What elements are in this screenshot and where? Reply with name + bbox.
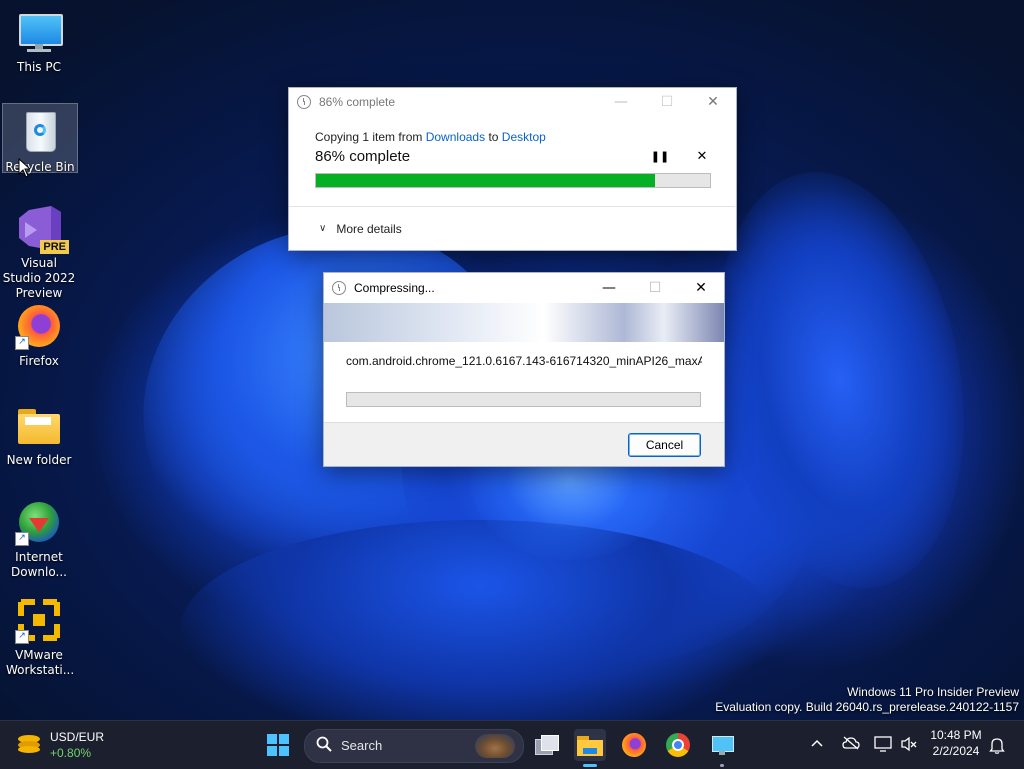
watermark-line-1: Windows 11 Pro Insider Preview — [847, 685, 1019, 699]
compress-filename: com.android.chrome_121.0.6167.143-616714… — [346, 354, 702, 368]
cancel-copy-button[interactable]: ✕ — [694, 149, 710, 164]
chrome-taskbar-button[interactable] — [662, 729, 694, 761]
globe-download-icon: ↗ — [15, 498, 63, 546]
shortcut-arrow-icon: ↗ — [15, 532, 29, 546]
clock-icon — [332, 281, 346, 295]
search-placeholder: Search — [341, 738, 383, 753]
task-view-button[interactable] — [531, 729, 563, 761]
source-link[interactable]: Downloads — [426, 130, 485, 144]
compress-dialog-titlebar[interactable]: Compressing... — ☐ ✕ — [324, 273, 724, 303]
clock[interactable]: 10:48 PM 2/2/2024 — [926, 728, 986, 758]
compress-dialog-title: Compressing... — [354, 281, 435, 295]
watermark-line-2: Evaluation copy. Build 26040.rs_prerelea… — [715, 700, 1019, 714]
compress-body: com.android.chrome_121.0.6167.143-616714… — [324, 342, 724, 423]
recycle-bin-icon — [16, 108, 64, 156]
copy-dialog-body: Copying 1 item from Downloads to Desktop… — [289, 116, 736, 188]
desktop-icon-recycle-bin[interactable]: Recycle Bin — [2, 103, 78, 174]
maximize-button[interactable]: ☐ — [632, 274, 678, 302]
maximize-button[interactable]: ☐ — [644, 88, 690, 116]
compress-progress-bar — [346, 392, 701, 407]
remote-desktop-icon — [710, 734, 734, 756]
desktop-icon-label: Visual Studio 2022 Preview — [2, 256, 76, 300]
onedrive-offline-icon[interactable] — [842, 736, 860, 753]
search-highlight-image — [475, 734, 515, 758]
copy-progress-dialog: 86% complete — ☐ ✕ Copying 1 item from D… — [288, 87, 737, 251]
chevron-down-icon: ∨ — [319, 223, 327, 234]
firefox-icon — [622, 733, 646, 757]
shortcut-arrow-icon: ↗ — [15, 630, 29, 644]
desktop-icon-label: Internet Downlo... — [11, 550, 67, 579]
shortcut-arrow-icon: ↗ — [15, 336, 29, 350]
running-app-indicator — [720, 764, 724, 767]
cancel-button[interactable]: Cancel — [628, 433, 701, 457]
desktop-icon-label: New folder — [6, 453, 72, 467]
clock-time: 10:48 PM — [930, 728, 982, 742]
desktop-icon-visual-studio[interactable]: PRE Visual Studio 2022 Preview — [2, 198, 76, 300]
compress-banner — [324, 303, 724, 342]
desktop-icon-internet-download-manager[interactable]: ↗ Internet Downlo... — [2, 492, 76, 579]
show-hidden-icons-chevron-icon[interactable] — [810, 737, 824, 751]
clock-icon — [297, 95, 311, 109]
weather-widget[interactable]: USD/EUR +0.80% — [14, 727, 124, 763]
start-icon — [267, 734, 289, 756]
folder-icon — [15, 401, 63, 449]
file-explorer-button[interactable] — [574, 729, 606, 767]
copy-description: Copying 1 item from Downloads to Desktop — [315, 130, 710, 144]
preview-badge: PRE — [40, 240, 69, 254]
copy-dialog-title: 86% complete — [319, 95, 396, 109]
firefox-icon: ↗ — [15, 302, 63, 350]
display-icon[interactable] — [874, 736, 892, 755]
more-details-label: More details — [336, 221, 402, 236]
minimize-button[interactable]: — — [598, 88, 644, 116]
chrome-icon — [666, 733, 690, 757]
monitor-icon — [15, 8, 63, 56]
search-icon — [316, 736, 332, 755]
start-button[interactable] — [262, 729, 294, 761]
active-app-indicator — [583, 764, 597, 767]
windows-watermark: Windows 11 Pro Insider Preview Evaluatio… — [715, 685, 1019, 715]
currency-icon — [18, 735, 40, 753]
compressing-dialog: Compressing... — ☐ ✕ com.android.chrome_… — [323, 272, 725, 467]
copy-progress-fill — [316, 174, 655, 187]
copy-progress-bar — [315, 173, 711, 188]
remote-desktop-taskbar-button[interactable] — [706, 729, 738, 767]
widget-title: USD/EUR — [50, 730, 105, 744]
notification-bell-icon[interactable] — [989, 736, 1005, 757]
desktop-icon-label: Recycle Bin — [5, 160, 75, 174]
desktop-icon-vmware[interactable]: ↗ VMware Workstati... — [2, 590, 76, 678]
widget-value: +0.80% — [50, 746, 92, 760]
copy-status: 86% complete — [315, 148, 411, 165]
taskbar-search-box[interactable]: Search — [304, 729, 524, 763]
to-word: to — [488, 130, 499, 144]
file-explorer-icon — [577, 734, 603, 756]
close-button[interactable]: ✕ — [690, 88, 736, 116]
copying-prefix: Copying 1 item from — [315, 130, 423, 144]
visual-studio-icon: PRE — [15, 204, 69, 254]
desktop-icon-this-pc[interactable]: This PC — [2, 2, 76, 76]
close-button[interactable]: ✕ — [678, 274, 724, 302]
volume-muted-icon[interactable] — [900, 736, 918, 755]
desktop-icon-label: VMware Workstati... — [6, 648, 75, 677]
taskbar: USD/EUR +0.80% Search 10:48 PM 2/2/2024 — [0, 720, 1024, 769]
task-view-icon — [535, 735, 559, 755]
desktop-icon-label: This PC — [17, 60, 61, 74]
firefox-taskbar-button[interactable] — [618, 729, 650, 761]
desktop-icon-firefox[interactable]: ↗ Firefox — [2, 296, 76, 368]
minimize-button[interactable]: — — [586, 274, 632, 302]
desktop-icon-label: Firefox — [19, 354, 59, 368]
desktop-icon-new-folder[interactable]: New folder — [2, 395, 76, 467]
copy-dialog-titlebar[interactable]: 86% complete — ☐ ✕ — [289, 88, 736, 116]
pause-button[interactable]: ❚❚ — [648, 150, 672, 163]
more-details-section[interactable]: ∨ More details — [289, 206, 735, 250]
clock-date: 2/2/2024 — [932, 744, 980, 758]
vmware-icon: ↗ — [15, 596, 63, 644]
destination-link[interactable]: Desktop — [502, 130, 546, 144]
